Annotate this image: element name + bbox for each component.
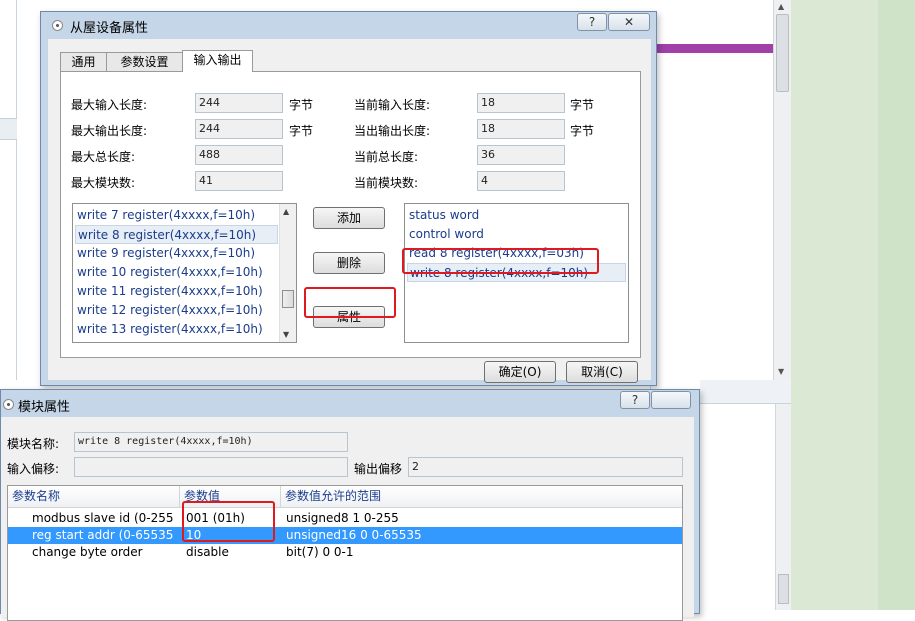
slave-dialog-title: 从屋设备属性 bbox=[70, 21, 149, 36]
cur-input-length-field: 18 bbox=[477, 93, 565, 113]
close-button[interactable]: ✕ bbox=[608, 13, 650, 31]
max-input-length-field: 244 bbox=[195, 93, 283, 113]
scroll-thumb[interactable] bbox=[776, 14, 789, 92]
table-row[interactable]: change byte order disable bit(7) 0 0-1 bbox=[8, 544, 682, 561]
max-output-unit: 字节 bbox=[289, 124, 314, 138]
column-header-param-range[interactable]: 参数值允许的范围 bbox=[281, 486, 682, 508]
table-row[interactable]: modbus slave id (0-255 001 (01h) unsigne… bbox=[8, 510, 682, 527]
help-button[interactable]: ? bbox=[620, 391, 650, 409]
param-range-cell: bit(7) 0 0-1 bbox=[286, 545, 354, 559]
ok-button[interactable]: 确定(O) bbox=[484, 361, 556, 383]
cur-modules-label: 当前模块数: bbox=[354, 176, 419, 190]
max-modules-field: 41 bbox=[195, 171, 283, 191]
param-name-cell: reg start addr (0-65535 bbox=[32, 528, 174, 542]
param-value-cell: disable bbox=[186, 545, 229, 559]
background-right-panel bbox=[791, 0, 878, 610]
lower-scroll-thumb[interactable] bbox=[778, 574, 789, 604]
slave-dialog-client: 通用 参数设置 输入输出 最大输入长度: 最大输出长度: 最大总长度: 最大模块… bbox=[48, 39, 651, 383]
highlight-properties-button bbox=[304, 287, 396, 318]
list-item[interactable]: write 9 register(4xxxx,f=10h) bbox=[77, 244, 255, 263]
highlight-selected-module bbox=[402, 248, 599, 274]
module-dialog-client: 模块名称: write 8 register(4xxxx,f=10h) 输入偏移… bbox=[1, 417, 694, 621]
list-item[interactable]: write 10 register(4xxxx,f=10h) bbox=[77, 263, 263, 282]
cur-output-length-label: 当出输出长度: bbox=[354, 124, 431, 138]
list-item[interactable]: write 11 register(4xxxx,f=10h) bbox=[77, 282, 263, 301]
max-modules-label: 最大模块数: bbox=[71, 176, 136, 190]
list-item[interactable]: write 13 register(4xxxx,f=10h) bbox=[77, 320, 263, 339]
scroll-up-icon[interactable]: ▲ bbox=[283, 207, 289, 216]
column-header-param-name[interactable]: 参数名称 bbox=[8, 486, 180, 508]
background-accent-bar bbox=[650, 44, 773, 53]
background-canvas bbox=[650, 0, 775, 380]
cur-total-length-field: 36 bbox=[477, 145, 565, 165]
scroll-down-icon[interactable]: ▼ bbox=[778, 367, 784, 376]
parameter-table[interactable]: 参数名称 参数值 参数值允许的范围 modbus slave id (0-255… bbox=[7, 485, 683, 621]
available-modules-list[interactable]: write 7 register(4xxxx,f=10h) write 8 re… bbox=[72, 203, 297, 343]
input-offset-label: 输入偏移: bbox=[7, 462, 60, 476]
max-total-length-field: 488 bbox=[195, 145, 283, 165]
input-offset-field bbox=[74, 457, 348, 477]
param-range-cell: unsigned16 0 0-65535 bbox=[286, 528, 422, 542]
param-name-cell: modbus slave id (0-255 bbox=[32, 511, 174, 525]
delete-button[interactable]: 删除 bbox=[313, 252, 385, 274]
slave-dialog-titlebar[interactable]: 从屋设备属性 ? ✕ bbox=[41, 12, 656, 38]
output-offset-field: 2 bbox=[408, 457, 683, 477]
tab-parameters[interactable]: 参数设置 bbox=[106, 52, 183, 72]
param-name-cell: change byte order bbox=[32, 545, 143, 559]
cur-input-unit: 字节 bbox=[570, 98, 595, 112]
module-name-label: 模块名称: bbox=[7, 437, 60, 451]
scroll-thumb[interactable] bbox=[282, 290, 294, 308]
tab-general[interactable]: 通用 bbox=[60, 52, 107, 72]
max-output-length-field: 244 bbox=[195, 119, 283, 139]
module-properties-dialog: 模块属性 ? 模块名称: write 8 register(4xxxx,f=10… bbox=[0, 389, 700, 621]
cur-output-length-field: 18 bbox=[477, 119, 565, 139]
max-input-length-label: 最大输入长度: bbox=[71, 98, 148, 112]
available-list-scrollbar[interactable]: ▲ ▼ bbox=[279, 204, 296, 342]
max-output-length-label: 最大输出长度: bbox=[71, 124, 148, 138]
max-input-unit: 字节 bbox=[289, 98, 314, 112]
table-row[interactable]: reg start addr (0-65535 10 unsigned16 0 … bbox=[8, 527, 682, 544]
module-name-field: write 8 register(4xxxx,f=10h) bbox=[74, 432, 348, 452]
cur-output-unit: 字节 bbox=[570, 124, 595, 138]
list-item[interactable]: status word bbox=[409, 206, 479, 225]
module-dialog-titlebar[interactable]: 模块属性 ? bbox=[1, 390, 699, 416]
highlight-param-values bbox=[182, 501, 275, 542]
app-icon bbox=[3, 399, 14, 410]
max-total-length-label: 最大总长度: bbox=[71, 150, 136, 164]
cur-total-length-label: 当前总长度: bbox=[354, 150, 419, 164]
app-icon bbox=[52, 20, 63, 31]
background-right-edge bbox=[878, 0, 915, 610]
tab-io[interactable]: 输入输出 bbox=[182, 50, 253, 72]
scroll-down-icon[interactable]: ▼ bbox=[283, 330, 289, 339]
background-left-panel bbox=[0, 0, 17, 380]
module-dialog-title: 模块属性 bbox=[18, 400, 71, 415]
scroll-up-icon[interactable]: ▲ bbox=[778, 2, 784, 11]
cur-modules-field: 4 bbox=[477, 171, 565, 191]
list-item[interactable]: write 7 register(4xxxx,f=10h) bbox=[77, 206, 255, 225]
add-button[interactable]: 添加 bbox=[313, 207, 385, 229]
list-item[interactable]: write 8 register(4xxxx,f=10h) bbox=[75, 225, 278, 244]
slave-device-dialog: 从屋设备属性 ? ✕ 通用 参数设置 输入输出 最大输入长度: 最大输出长度: … bbox=[40, 11, 657, 386]
cancel-button[interactable]: 取消(C) bbox=[566, 361, 638, 383]
list-item[interactable]: control word bbox=[409, 225, 484, 244]
background-lower-scrollbar[interactable] bbox=[775, 404, 791, 610]
list-item[interactable]: write 12 register(4xxxx,f=10h) bbox=[77, 301, 263, 320]
cur-input-length-label: 当前输入长度: bbox=[354, 98, 431, 112]
output-offset-label: 输出偏移 bbox=[354, 462, 403, 476]
close-button[interactable] bbox=[651, 391, 691, 409]
help-button[interactable]: ? bbox=[577, 13, 607, 31]
background-lower-strip bbox=[700, 380, 791, 404]
background-scrollbar[interactable]: ▲ ▼ bbox=[773, 0, 791, 380]
background-left-band bbox=[0, 118, 17, 140]
param-range-cell: unsigned8 1 0-255 bbox=[286, 511, 399, 525]
